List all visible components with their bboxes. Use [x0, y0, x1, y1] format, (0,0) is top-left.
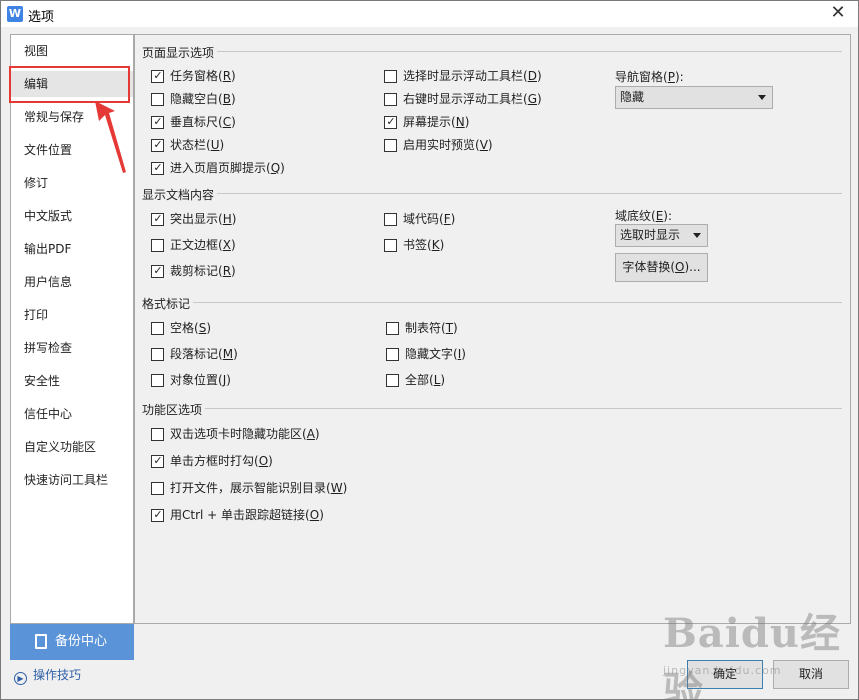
- sidebar-item[interactable]: 自定义功能区: [11, 434, 133, 460]
- option-label: 书签(K): [403, 238, 445, 252]
- section-divider: [205, 408, 842, 409]
- checkbox-checked-icon[interactable]: ✓: [151, 115, 164, 129]
- option-label: 打开文件，展示智能识别目录(W): [170, 481, 348, 495]
- window-title: 选项: [28, 10, 55, 25]
- section-title-ribbon: 功能区选项: [142, 403, 203, 417]
- option-label: 域代码(F): [403, 212, 456, 226]
- field-shading-value: 选取时显示: [620, 228, 681, 242]
- option-label: 制表符(T): [405, 321, 458, 335]
- checkbox-unchecked-icon[interactable]: [384, 239, 397, 252]
- section-title-page-display: 页面显示选项: [142, 46, 215, 60]
- option-label: 进入页眉页脚提示(Q): [170, 161, 285, 175]
- checkbox-checked-icon[interactable]: ✓: [384, 115, 397, 129]
- option-label: 隐藏空白(B): [170, 92, 236, 106]
- sidebar-item[interactable]: 安全性: [11, 368, 133, 394]
- sidebar-item[interactable]: 快速访问工具栏: [11, 467, 133, 493]
- checkbox-unchecked-icon[interactable]: [151, 374, 164, 387]
- checkbox-unchecked-icon[interactable]: [386, 348, 399, 361]
- sidebar-item[interactable]: 输出PDF: [11, 236, 133, 262]
- nav-pane-value: 隐藏: [620, 90, 645, 104]
- checkbox-unchecked-icon[interactable]: [384, 93, 397, 106]
- option-label: 垂直标尺(C): [170, 115, 236, 129]
- backup-center-label: 备份中心: [55, 634, 108, 649]
- checkbox-checked-icon[interactable]: ✓: [151, 161, 164, 175]
- play-icon: ▶: [14, 672, 27, 685]
- checkbox-unchecked-icon[interactable]: [384, 213, 397, 226]
- checkbox-unchecked-icon[interactable]: [151, 482, 164, 495]
- section-divider: [217, 51, 842, 52]
- section-title-doc-content: 显示文档内容: [142, 188, 215, 202]
- checkbox-unchecked-icon[interactable]: [151, 93, 164, 106]
- field-shading-dropdown[interactable]: 选取时显示: [615, 224, 708, 247]
- sidebar-item[interactable]: 中文版式: [11, 203, 133, 229]
- baidu-watermark: Baidu经验: [663, 610, 841, 700]
- checkbox-unchecked-icon[interactable]: [151, 348, 164, 361]
- option-label: 突出显示(H): [170, 212, 237, 226]
- sidebar-item[interactable]: 拼写检查: [11, 335, 133, 361]
- sidebar-item[interactable]: 打印: [11, 302, 133, 328]
- chevron-down-icon: [693, 233, 701, 238]
- option-label: 用Ctrl + 单击跟踪超链接(O): [170, 508, 324, 522]
- backup-icon: [35, 634, 47, 649]
- option-label: 启用实时预览(V): [403, 138, 493, 152]
- section-divider: [193, 302, 842, 303]
- checkbox-unchecked-icon[interactable]: [386, 374, 399, 387]
- checkbox-unchecked-icon[interactable]: [386, 322, 399, 335]
- checkbox-unchecked-icon[interactable]: [151, 322, 164, 335]
- sidebar-item[interactable]: 视图: [11, 38, 133, 64]
- tips-link[interactable]: ▶ 操作技巧: [14, 666, 82, 685]
- option-label: 单击方框时打勾(O): [170, 454, 273, 468]
- red-arrow-icon: [95, 101, 126, 173]
- options-content-panel: 页面显示选项 ✓ 任务窗格(R) 隐藏空白(B) ✓ 垂直标尺(C) ✓ 状态栏(U) ✓ 进入…: [134, 34, 851, 624]
- sidebar-item[interactable]: 信任中心: [11, 401, 133, 427]
- close-icon[interactable]: ✕: [828, 3, 848, 23]
- option-label: 段落标记(M): [170, 347, 238, 361]
- option-label: 选择时显示浮动工具栏(D): [403, 69, 542, 83]
- checkbox-checked-icon[interactable]: ✓: [151, 454, 164, 468]
- font-replace-button[interactable]: 字体替换(O)...: [615, 253, 708, 282]
- option-label: 屏幕提示(N): [403, 115, 470, 129]
- nav-pane-label: 导航窗格(P):: [615, 70, 684, 84]
- checkbox-checked-icon[interactable]: ✓: [151, 508, 164, 522]
- checkbox-checked-icon[interactable]: ✓: [151, 264, 164, 278]
- checkbox-unchecked-icon[interactable]: [151, 428, 164, 441]
- nav-pane-dropdown[interactable]: 隐藏: [615, 86, 773, 109]
- option-label: 全部(L): [405, 373, 446, 387]
- wps-writer-icon: W: [7, 6, 23, 22]
- checkbox-unchecked-icon[interactable]: [384, 70, 397, 83]
- checkbox-checked-icon[interactable]: ✓: [151, 69, 164, 83]
- section-divider: [217, 193, 842, 194]
- option-label: 空格(S): [170, 321, 212, 335]
- section-title-format-marks: 格式标记: [142, 297, 191, 311]
- option-label: 对象位置(J): [170, 373, 231, 387]
- checkbox-checked-icon[interactable]: ✓: [151, 212, 164, 226]
- option-label: 裁剪标记(R): [170, 264, 236, 278]
- backup-center-button[interactable]: 备份中心: [10, 624, 134, 660]
- option-label: 双击选项卡时隐藏功能区(A): [170, 427, 320, 441]
- tips-label: 操作技巧: [33, 668, 82, 682]
- checkbox-checked-icon[interactable]: ✓: [151, 138, 164, 152]
- checkbox-unchecked-icon[interactable]: [151, 239, 164, 252]
- option-label: 状态栏(U): [170, 138, 225, 152]
- option-label: 正文边框(X): [170, 238, 236, 252]
- option-label: 任务窗格(R): [170, 69, 236, 83]
- checkbox-unchecked-icon[interactable]: [384, 139, 397, 152]
- chevron-down-icon: [758, 95, 766, 100]
- baidu-watermark-url: jingyan.baidu.com: [663, 664, 782, 677]
- options-dialog: W 选项 ✕ 视图 编辑 常规与保存 文件位置 修订 中文版式 输出PDF 用户信息 打印 拼写检…: [0, 0, 859, 700]
- title-bar: W 选项 ✕: [1, 1, 858, 27]
- option-label: 隐藏文字(I): [405, 347, 466, 361]
- field-shading-label: 域底纹(E):: [615, 209, 673, 223]
- sidebar-item[interactable]: 用户信息: [11, 269, 133, 295]
- option-label: 右键时显示浮动工具栏(G): [403, 92, 542, 106]
